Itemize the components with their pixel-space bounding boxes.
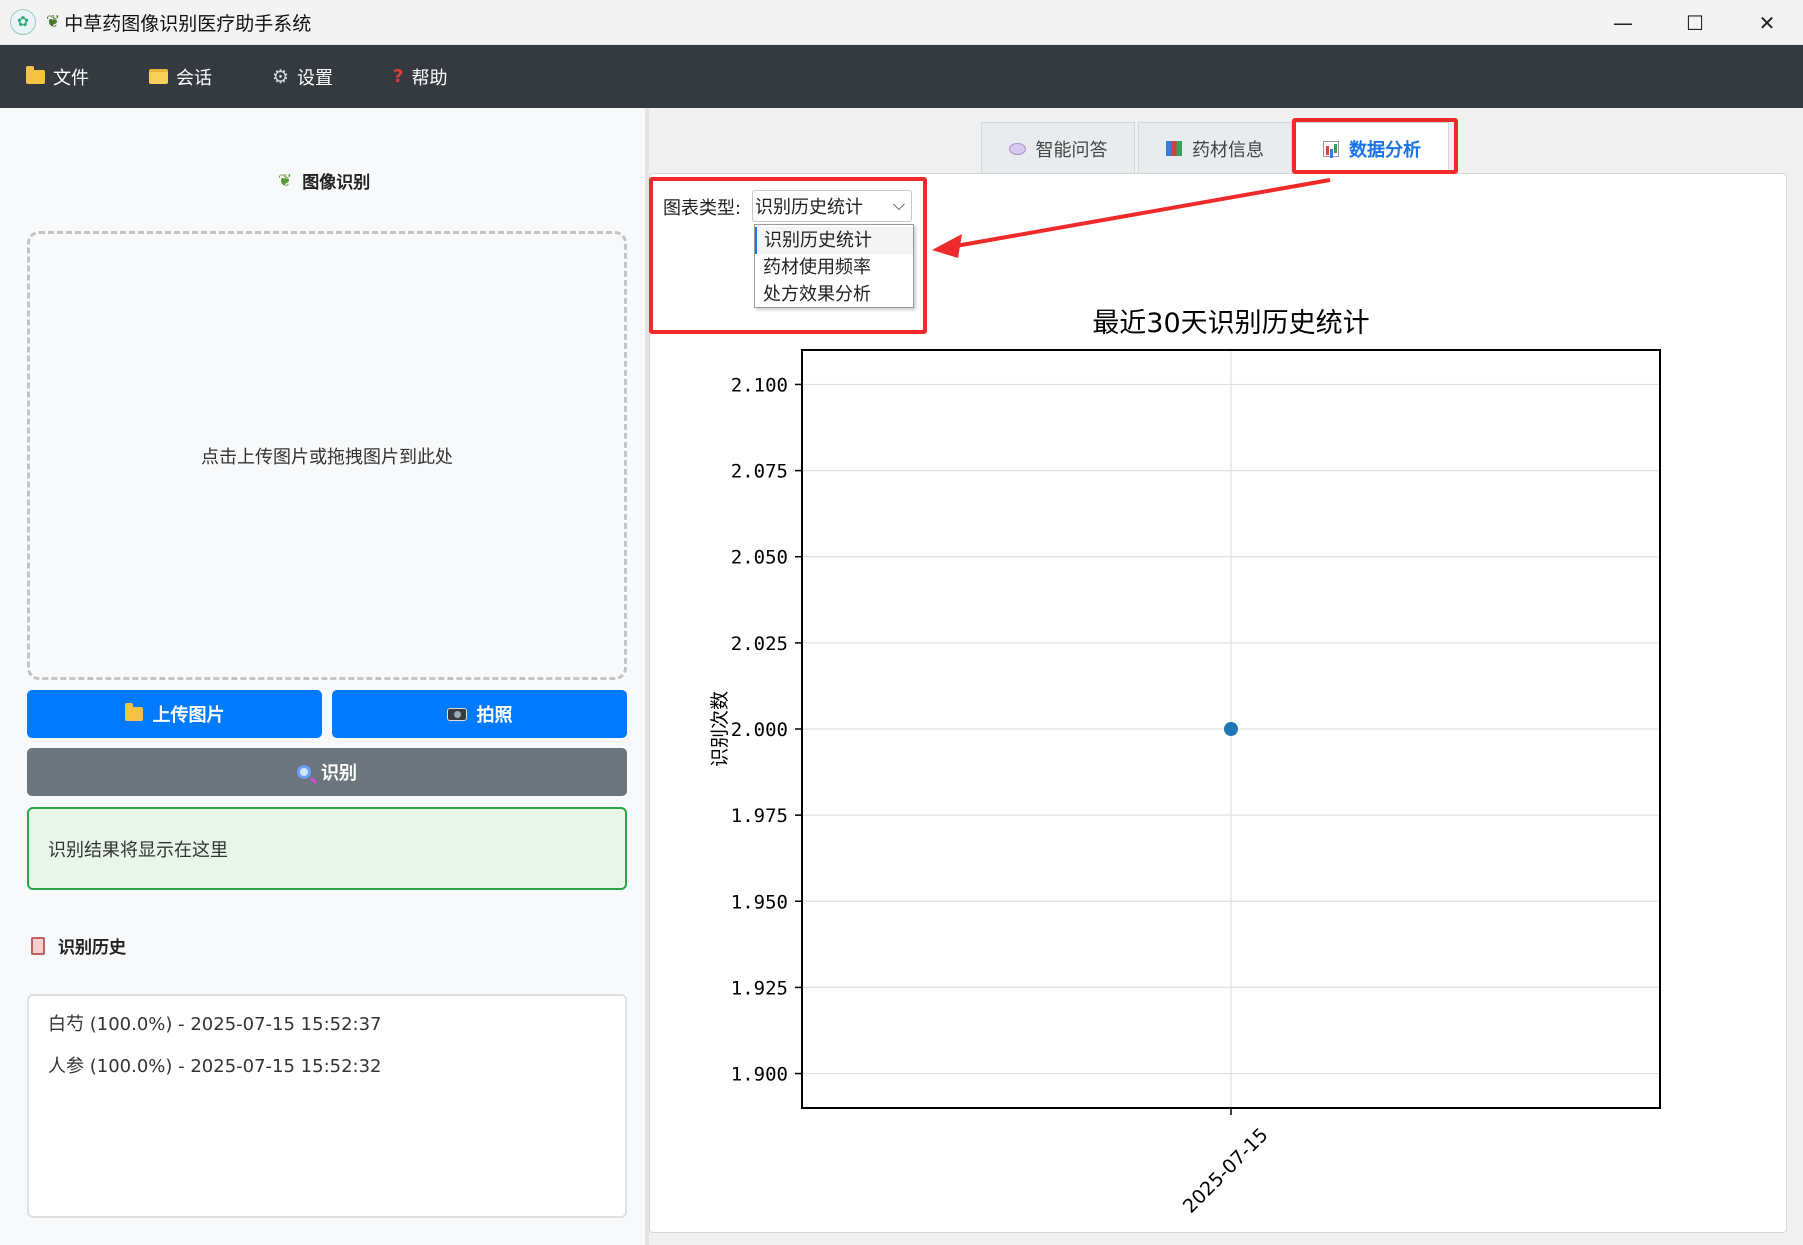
x-tick-label: 2025-07-15	[1179, 1124, 1273, 1218]
y-tick-label: 1.950	[731, 891, 788, 913]
chart-title: 最近30天识别历史统计	[1092, 308, 1369, 339]
y-axis-label: 识别次数	[709, 691, 731, 767]
y-tick-label: 2.100	[731, 374, 788, 396]
y-tick-label: 2.000	[731, 719, 788, 741]
data-point	[1224, 722, 1238, 736]
y-tick-label: 2.025	[731, 633, 788, 655]
y-tick-label: 1.925	[731, 977, 788, 999]
y-tick-label: 1.900	[731, 1064, 788, 1086]
dropdown-highlight-box	[649, 177, 927, 334]
tab-highlight-box	[1292, 118, 1458, 174]
y-tick-label: 2.050	[731, 547, 788, 569]
y-tick-label: 2.075	[731, 461, 788, 483]
y-tick-label: 1.975	[731, 805, 788, 827]
